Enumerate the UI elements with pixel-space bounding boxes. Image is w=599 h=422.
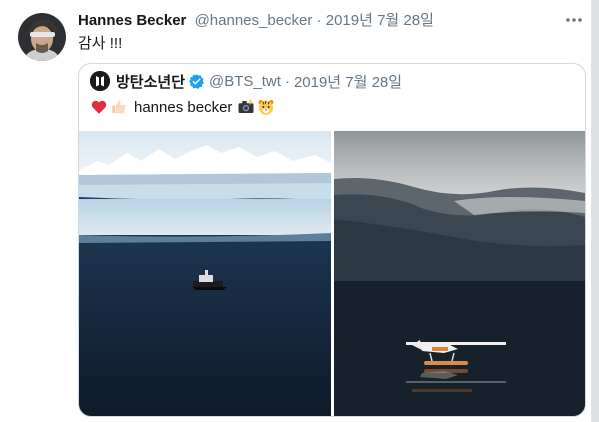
tweet-date[interactable]: 2019년 7월 28일 [326,12,434,29]
quoted-tweet-text-content: hannes becker [134,98,233,116]
media-photo-glacier-ship[interactable] [79,131,331,416]
media-photo-seaplane[interactable] [334,131,585,416]
author-handle[interactable]: @hannes_becker [195,12,313,29]
camera-with-flash-emoji [238,99,254,113]
verified-badge-icon [189,73,204,89]
quoted-tweet[interactable]: 방탄소년단 @BTS_twt · 2019년 7월 28일 hannes bec… [78,63,586,417]
quoted-author-name: 방탄소년단 [116,73,186,91]
tiger-face-emoji [258,99,274,115]
quoted-separator-dot: · [284,72,290,90]
quoted-tweet-date: 2019년 7월 28일 [293,73,403,91]
quoted-media-grid [79,131,585,416]
tweet-header: Hannes Becker @hannes_becker · 2019년 7월 … [78,11,434,31]
separator-dot: · [316,12,322,29]
red-heart-emoji [91,100,107,114]
author-avatar[interactable] [18,13,66,61]
scrollbar-track[interactable] [592,0,599,422]
author-name[interactable]: Hannes Becker [78,12,186,29]
quoted-author-avatar [90,71,110,91]
quoted-tweet-text: hannes becker [90,96,277,118]
tweet-card[interactable]: Hannes Becker @hannes_becker · 2019년 7월 … [0,0,592,422]
tweet-text: 감사 !!! [78,35,123,52]
quoted-tweet-header: 방탄소년단 @BTS_twt · 2019년 7월 28일 [90,71,402,91]
thumbs-up-emoji [112,100,126,114]
more-horizontal-icon[interactable] [562,10,586,30]
quoted-author-handle: @BTS_twt [209,72,281,90]
